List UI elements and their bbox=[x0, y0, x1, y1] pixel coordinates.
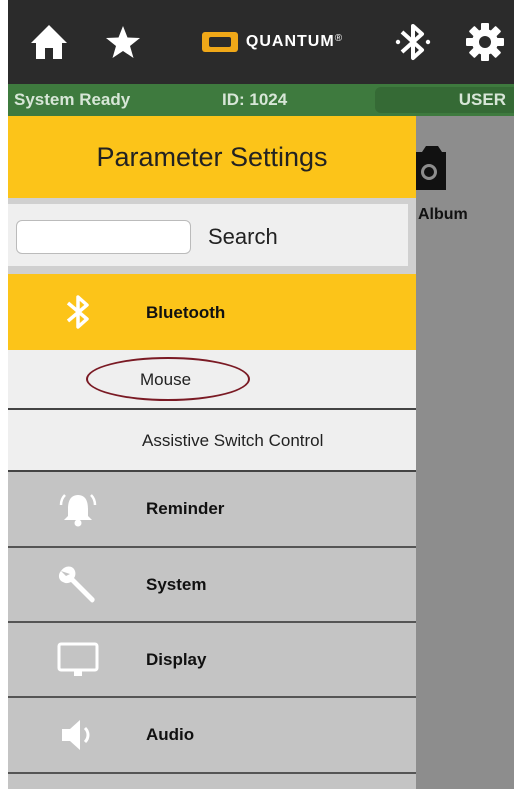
menu-item-label: Bluetooth bbox=[146, 303, 226, 322]
menu-item-label: Audio bbox=[146, 725, 195, 744]
star-icon[interactable] bbox=[100, 0, 146, 84]
bell-icon bbox=[48, 472, 108, 546]
logo-registered-mark: ® bbox=[334, 32, 343, 44]
quantum-logo: QUANTUM ® bbox=[176, 0, 366, 84]
settings-drawer: Parameter Settings Search Bluetooth Mous… bbox=[8, 116, 416, 789]
wrench-icon bbox=[48, 548, 108, 621]
search-row: Search bbox=[8, 198, 416, 274]
submenu-item-label: Mouse bbox=[140, 370, 192, 389]
gear-icon[interactable] bbox=[460, 0, 510, 84]
menu-item-label: Reminder bbox=[146, 499, 225, 518]
user-box[interactable]: USER bbox=[375, 87, 514, 113]
speaker-icon bbox=[48, 698, 108, 772]
submenu-item-label: Assistive Switch Control bbox=[142, 431, 324, 450]
bluetooth-icon bbox=[48, 274, 108, 350]
menu-item-display[interactable]: Display bbox=[8, 623, 416, 698]
menu-item-label: Display bbox=[146, 650, 207, 669]
logo-text: QUANTUM bbox=[245, 33, 335, 50]
home-icon[interactable] bbox=[24, 0, 74, 84]
menu-item-label: System bbox=[146, 575, 207, 594]
search-input[interactable] bbox=[16, 220, 191, 254]
status-bar: System Ready ID: 1024 USER bbox=[8, 84, 514, 116]
top-bar: QUANTUM ® bbox=[8, 0, 514, 84]
user-label: USER bbox=[458, 90, 506, 109]
menu-item-bluetooth[interactable]: Bluetooth bbox=[8, 274, 416, 350]
submenu-item-assistive-switch-control[interactable]: Assistive Switch Control bbox=[8, 410, 416, 472]
device-id: ID: 1024 bbox=[222, 90, 288, 109]
camera-icon[interactable] bbox=[412, 146, 452, 195]
menu-item-partial bbox=[8, 774, 416, 789]
album-label[interactable]: Album bbox=[418, 206, 468, 224]
monitor-icon bbox=[48, 623, 108, 696]
bluetooth-icon[interactable] bbox=[388, 0, 438, 84]
menu-item-audio[interactable]: Audio bbox=[8, 698, 416, 774]
status-text: System Ready bbox=[14, 90, 131, 109]
search-button[interactable]: Search bbox=[208, 224, 278, 250]
submenu-item-mouse[interactable]: Mouse bbox=[8, 350, 416, 410]
menu-item-system[interactable]: System bbox=[8, 548, 416, 623]
drawer-title: Parameter Settings bbox=[8, 116, 416, 198]
menu-item-reminder[interactable]: Reminder bbox=[8, 472, 416, 548]
